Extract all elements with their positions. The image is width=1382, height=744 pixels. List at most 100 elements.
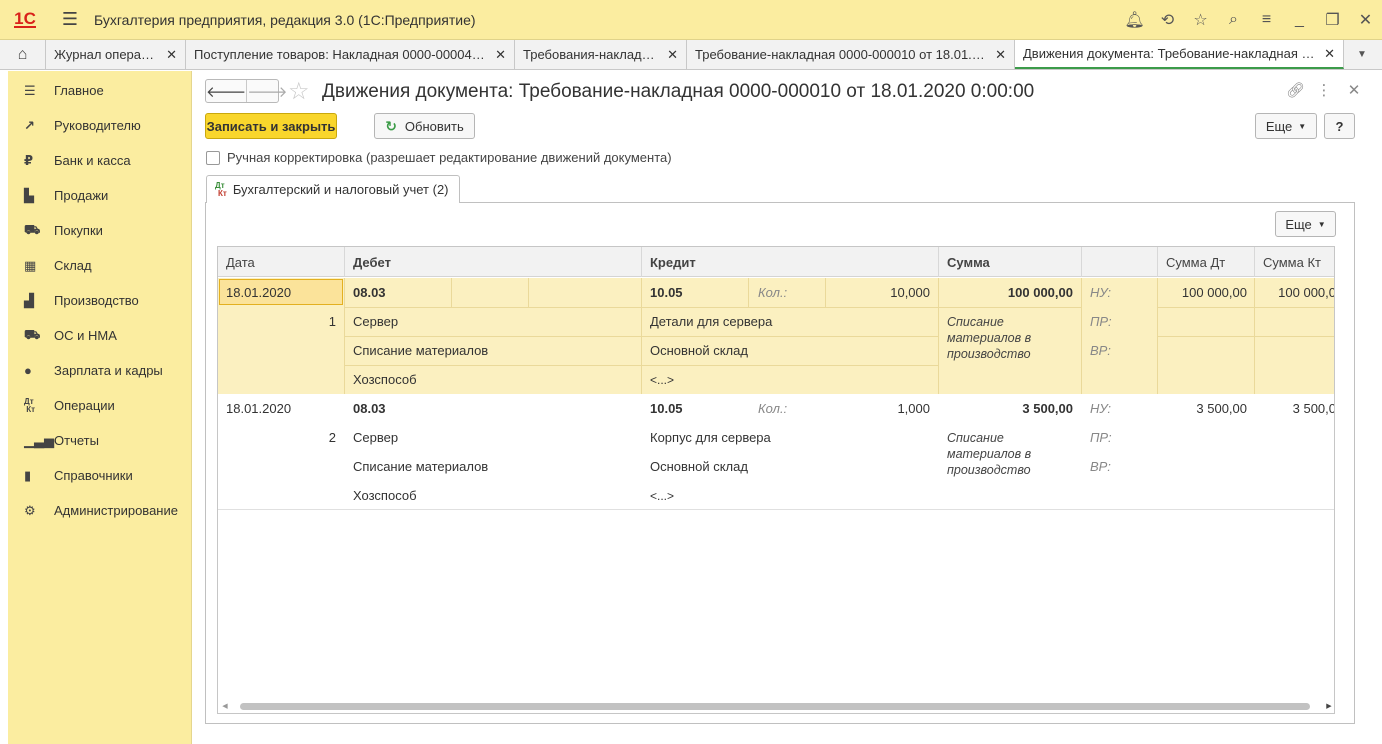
credit-subconto-2[interactable]: Основной склад <box>650 336 748 365</box>
table-row[interactable]: 18.01.2020 1 08.03 Сервер Списание матер… <box>218 278 1334 394</box>
tab-operations-journal[interactable]: Журнал операций ✕ <box>46 40 186 69</box>
chevron-down-icon[interactable]: ▼ <box>1344 40 1380 69</box>
row-content[interactable]: Списание материалов в производство <box>947 308 1075 368</box>
debit-subconto-2[interactable]: Списание материалов <box>353 452 488 481</box>
close-form-icon[interactable]: ✕ <box>1346 81 1362 99</box>
row-sum[interactable]: 100 000,00 <box>943 278 1073 307</box>
factory-icon: ▟ <box>24 292 34 308</box>
sidebar-item-warehouse[interactable]: ▦ Склад <box>8 248 191 283</box>
close-icon[interactable]: ✕ <box>1349 10 1382 30</box>
type-vr: ВР: <box>1090 459 1111 474</box>
more-button[interactable]: Еще ▼ <box>1255 113 1317 139</box>
tab-requisitions[interactable]: Требования-накладные ✕ <box>515 40 687 69</box>
sidebar-item-main[interactable]: ☰ Главное <box>8 73 191 108</box>
scroll-left-icon[interactable]: ◀ <box>218 702 232 710</box>
close-icon[interactable]: ✕ <box>495 47 506 63</box>
sidebar-item-catalogs[interactable]: ▮ Справочники <box>8 458 191 493</box>
history-navigation: 🡐 🡒 <box>205 79 287 103</box>
sidebar-item-production[interactable]: ▟ Производство <box>8 283 191 318</box>
save-and-close-button[interactable]: Записать и закрыть <box>205 113 337 139</box>
star-icon[interactable]: ☆ <box>1184 10 1217 30</box>
debit-subconto-1[interactable]: Сервер <box>353 307 398 336</box>
sidebar-item-sales[interactable]: ▙ Продажи <box>8 178 191 213</box>
home-icon[interactable]: ⌂ <box>0 40 46 69</box>
search-icon[interactable]: ⌕ <box>1217 11 1250 29</box>
accounting-panel: Еще ▼ Дата Дебет Кредит Сумма Сумма Дт Су… <box>205 202 1355 724</box>
row-sum[interactable]: 3 500,00 <box>943 394 1073 423</box>
debit-subconto-1[interactable]: Сервер <box>353 423 398 452</box>
close-icon[interactable]: ✕ <box>995 47 1006 63</box>
credit-subconto-2[interactable]: Основной склад <box>650 452 748 481</box>
bell-icon[interactable]: 🔔︎ <box>1118 10 1151 30</box>
row-sum-dt[interactable]: 3 500,00 <box>1158 394 1247 423</box>
credit-subconto-1[interactable]: Детали для сервера <box>650 307 772 336</box>
debit-subconto-3[interactable]: Хозспособ <box>353 481 417 510</box>
debit-account[interactable]: 08.03 <box>353 394 386 423</box>
header-credit[interactable]: Кредит <box>642 247 939 277</box>
table-row[interactable]: 18.01.2020 2 08.03 Сервер Списание матер… <box>218 394 1334 510</box>
debit-subconto-2[interactable]: Списание материалов <box>353 336 488 365</box>
row-sum-kt[interactable]: 100 000,0 <box>1258 278 1334 307</box>
main-menu-icon[interactable]: ☰ <box>50 0 90 40</box>
row-number: 2 <box>328 430 336 445</box>
manual-correction-checkbox[interactable] <box>206 150 220 165</box>
horizontal-scrollbar[interactable]: ◀ ▶ <box>218 699 1334 713</box>
history-icon[interactable]: ⟲ <box>1151 10 1184 30</box>
sidebar-item-administration[interactable]: ⚙ Администрирование <box>8 493 191 528</box>
trend-icon: ↗ <box>24 117 35 133</box>
credit-subconto-3[interactable]: <...> <box>650 365 674 394</box>
close-icon[interactable]: ✕ <box>667 47 678 63</box>
credit-subconto-1[interactable]: Корпус для сервера <box>650 423 771 452</box>
header-type[interactable] <box>1082 247 1158 277</box>
sidebar-item-fixed-assets[interactable]: ⛟ ОС и НМА <box>8 318 191 353</box>
caret-down-icon: ▼ <box>1298 121 1307 131</box>
row-sum-kt[interactable]: 3 500,0 <box>1258 394 1334 423</box>
close-icon[interactable]: ✕ <box>166 47 177 63</box>
row-content[interactable]: Списание материалов в производство <box>947 424 1075 484</box>
tab-requisition-document[interactable]: Требование-накладная 0000-000010 от 18.0… <box>687 40 1015 69</box>
sidebar-item-bank[interactable]: ₽ Банк и касса <box>8 143 191 178</box>
settings-menu-icon[interactable]: ≡ <box>1250 11 1283 29</box>
header-sum[interactable]: Сумма <box>939 247 1082 277</box>
credit-subconto-3[interactable]: <...> <box>650 481 674 510</box>
scrollbar-thumb[interactable] <box>240 703 1310 710</box>
close-icon[interactable]: ✕ <box>1324 46 1335 62</box>
favorite-star-icon[interactable]: ☆ <box>288 77 310 106</box>
link-icon[interactable]: 🔗︎ <box>1286 81 1305 99</box>
tab-document-movements[interactable]: Движения документа: Требование-накладная… <box>1015 40 1344 69</box>
restore-icon[interactable]: ❐ <box>1316 10 1349 30</box>
warehouse-icon: ▦ <box>24 257 37 273</box>
sidebar-item-manager[interactable]: ↗ Руководителю <box>8 108 191 143</box>
credit-account[interactable]: 10.05 <box>650 278 683 307</box>
minimize-icon[interactable]: _ <box>1283 11 1316 29</box>
sidebar-item-reports[interactable]: ▁▃▅ Отчеты <box>8 423 191 458</box>
credit-qty[interactable]: 1,000 <box>828 394 930 423</box>
app-title: Бухгалтерия предприятия, редакция 3.0 (1… <box>94 11 476 28</box>
refresh-button[interactable]: ↻ Обновить <box>374 113 475 139</box>
tab-goods-receipt[interactable]: Поступление товаров: Накладная 0000-0000… <box>186 40 515 69</box>
help-button[interactable]: ? <box>1324 113 1355 139</box>
panel-more-button[interactable]: Еще ▼ <box>1275 211 1336 237</box>
type-pr: ПР: <box>1090 430 1112 445</box>
gear-icon: ⚙ <box>24 502 36 518</box>
forward-arrow-icon[interactable]: 🡒 <box>246 80 287 102</box>
debit-account[interactable]: 08.03 <box>353 278 386 307</box>
sidebar-item-salary[interactable]: ● Зарплата и кадры <box>8 353 191 388</box>
list-icon: ☰ <box>24 82 36 98</box>
credit-account[interactable]: 10.05 <box>650 394 683 423</box>
header-sum-kt[interactable]: Сумма Кт <box>1255 247 1334 277</box>
debit-subconto-3[interactable]: Хозспособ <box>353 365 417 394</box>
sidebar-item-operations[interactable]: Дт Кт Операции <box>8 388 191 423</box>
sidebar-item-purchases[interactable]: ⛟ Покупки <box>8 213 191 248</box>
row-date[interactable]: 18.01.2020 <box>226 278 291 307</box>
back-arrow-icon[interactable]: 🡐 <box>206 80 246 102</box>
tab-accounting-tax[interactable]: Дт Кт Бухгалтерский и налоговый учет (2) <box>206 175 460 203</box>
row-date[interactable]: 18.01.2020 <box>226 394 291 423</box>
header-sum-dt[interactable]: Сумма Дт <box>1158 247 1255 277</box>
header-date[interactable]: Дата <box>218 247 345 277</box>
credit-qty[interactable]: 10,000 <box>828 278 930 307</box>
header-debit[interactable]: Дебет <box>345 247 642 277</box>
more-vertical-icon[interactable]: ⋮ <box>1316 81 1332 99</box>
scroll-right-icon[interactable]: ▶ <box>1322 702 1334 710</box>
row-sum-dt[interactable]: 100 000,00 <box>1158 278 1247 307</box>
